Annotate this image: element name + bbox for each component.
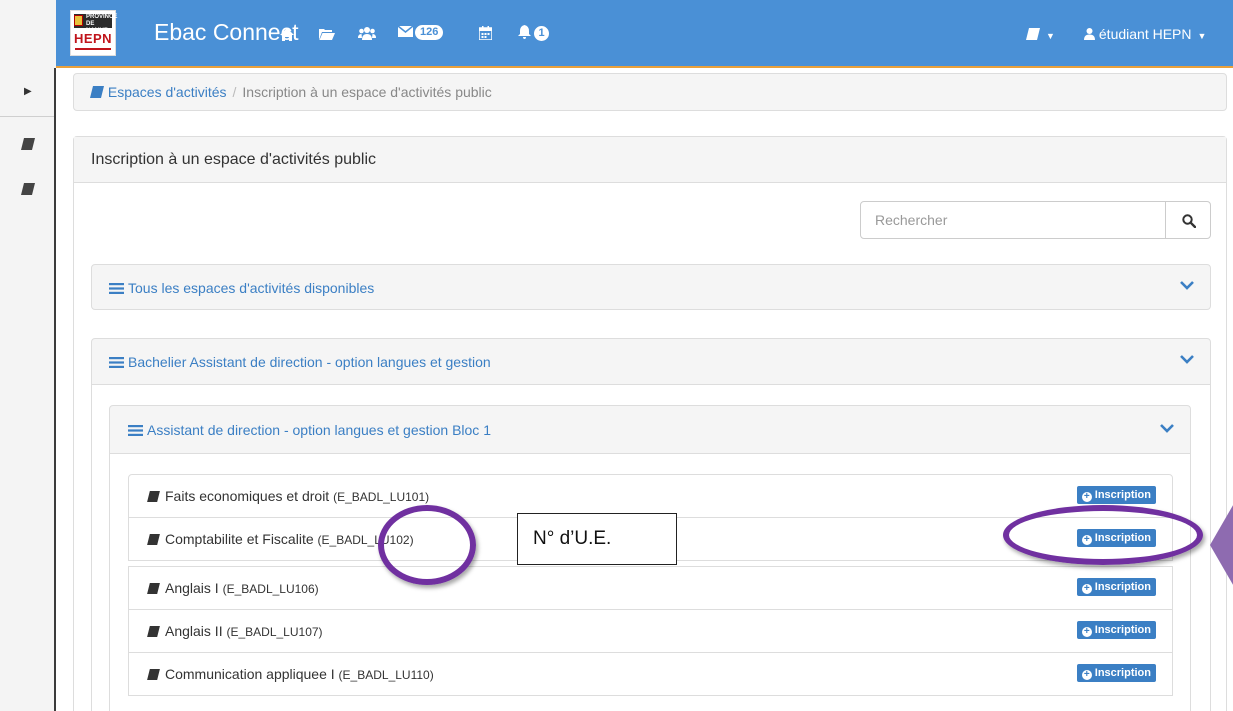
hamburger-icon xyxy=(109,357,124,368)
logo-text: HEPN xyxy=(73,31,113,46)
plus-circle-icon: + xyxy=(1081,627,1092,637)
plus-circle-icon: + xyxy=(1081,492,1092,502)
search-button[interactable] xyxy=(1165,201,1211,239)
user-label: étudiant HEPN xyxy=(1098,26,1192,42)
course-code: (E_BADL_LU110) xyxy=(338,668,434,682)
course-name: Anglais II xyxy=(165,623,223,639)
hamburger-icon xyxy=(128,425,143,436)
hamburger-icon xyxy=(109,283,124,294)
inscription-button[interactable]: + Inscription xyxy=(1076,486,1156,504)
book-icon xyxy=(147,583,160,594)
book-icon xyxy=(147,669,160,680)
book-icon xyxy=(147,626,160,637)
accordion-bloc-1[interactable]: Assistant de direction - option langues … xyxy=(109,405,1191,454)
sidebar-toggle-icon[interactable]: ▶ xyxy=(24,86,32,97)
caret-down-icon: ▼ xyxy=(1197,31,1207,41)
messages-menu[interactable]: 126 xyxy=(397,24,444,40)
course-name: Comptabilite et Fiscalite xyxy=(165,531,314,547)
course-code: (E_BADL_LU107) xyxy=(226,625,323,639)
inscription-button[interactable]: + Inscription xyxy=(1076,578,1156,596)
logo-shield-icon xyxy=(74,15,83,26)
breadcrumb-separator: / xyxy=(232,84,237,100)
plus-circle-icon: + xyxy=(1081,670,1092,680)
breadcrumb: Espaces d'activités / Inscription à un esp… xyxy=(73,73,1227,111)
hepn-logo[interactable]: PROVINCE DE NAMUR HEPN xyxy=(70,10,117,56)
calendar-icon[interactable] xyxy=(479,26,492,40)
envelope-icon xyxy=(397,25,414,37)
logo-underline xyxy=(75,48,111,50)
top-navbar: PROVINCE DE NAMUR HEPN Ebac Connect 126 … xyxy=(56,0,1233,68)
caret-down-icon: ▼ xyxy=(1046,31,1055,41)
user-menu[interactable]: étudiant HEPN ▼ xyxy=(1084,26,1206,42)
user-icon xyxy=(1084,28,1095,40)
messages-badge: 126 xyxy=(415,25,444,40)
plus-circle-icon: + xyxy=(1081,584,1092,594)
annotation-callout: N° d’U.E. xyxy=(517,513,677,565)
accordion-all-label: Tous les espaces d'activités disponibles xyxy=(128,280,375,296)
chevron-down-icon[interactable] xyxy=(1180,354,1194,364)
inscription-button[interactable]: + Inscription xyxy=(1076,621,1156,639)
home-icon[interactable] xyxy=(280,28,294,41)
sidebar-book-icon[interactable] xyxy=(21,183,35,195)
course-row: Faits economiques et droit (E_BADL_LU101… xyxy=(128,474,1173,518)
search-icon xyxy=(1182,214,1196,228)
accordion-bachelor[interactable]: Bachelier Assistant de direction - optio… xyxy=(91,338,1211,385)
annotation-arrow-shape xyxy=(1210,500,1233,590)
annotation-ring-button xyxy=(1003,505,1203,565)
course-row: Anglais I (E_BADL_LU106) + Inscription xyxy=(128,566,1173,610)
sidebar-book-icon[interactable] xyxy=(21,138,35,150)
accordion-all-spaces[interactable]: Tous les espaces d'activités disponibles xyxy=(91,264,1211,310)
chevron-down-icon[interactable] xyxy=(1160,423,1174,433)
sidebar: ▶ xyxy=(0,68,56,711)
breadcrumb-root-link[interactable]: Espaces d'activités xyxy=(108,84,227,100)
book-icon xyxy=(147,491,160,502)
book-icon xyxy=(147,534,160,545)
folder-open-icon[interactable] xyxy=(319,28,335,40)
course-name: Faits economiques et droit xyxy=(165,488,330,504)
search-group xyxy=(860,201,1211,239)
bell-icon xyxy=(518,25,531,39)
course-row: Anglais II (E_BADL_LU107) + Inscription xyxy=(128,609,1173,653)
course-code: (E_BADL_LU106) xyxy=(222,582,319,596)
course-code: (E_BADL_LU101) xyxy=(333,490,430,504)
course-name: Communication appliquee I xyxy=(165,666,335,682)
search-input[interactable] xyxy=(860,201,1166,239)
users-icon[interactable] xyxy=(358,27,376,40)
chevron-down-icon[interactable] xyxy=(1180,280,1194,290)
breadcrumb-current: Inscription à un espace d'activités publ… xyxy=(242,84,492,100)
notifications-menu[interactable]: 1 xyxy=(518,25,549,41)
book-icon xyxy=(90,86,104,98)
panel-title: Inscription à un espace d'activités publ… xyxy=(74,137,1226,183)
course-name: Anglais I xyxy=(165,580,219,596)
accordion-bachelor-label: Bachelier Assistant de direction - optio… xyxy=(128,354,491,370)
inscription-button[interactable]: + Inscription xyxy=(1076,664,1156,682)
accordion-bloc-label: Assistant de direction - option langues … xyxy=(147,422,491,438)
sidebar-divider xyxy=(0,116,54,117)
notifications-badge: 1 xyxy=(534,26,549,41)
book-icon xyxy=(1026,28,1040,40)
course-row: Communication appliquee I (E_BADL_LU110)… xyxy=(128,652,1173,696)
spaces-menu[interactable]: ▼ xyxy=(1026,26,1055,42)
annotation-ring-code xyxy=(378,505,476,585)
app-brand[interactable]: Ebac Connect xyxy=(154,19,298,46)
